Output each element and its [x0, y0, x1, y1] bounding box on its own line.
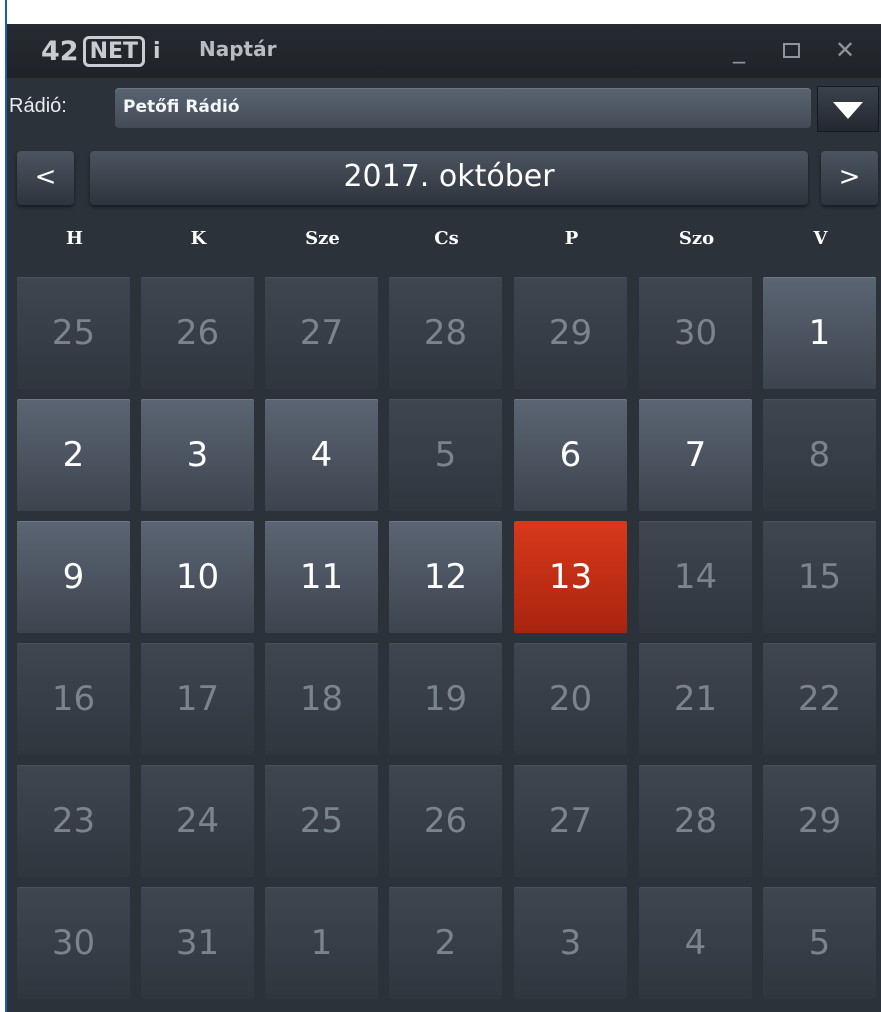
day-cell[interactable]: 9 — [17, 521, 130, 633]
day-cell[interactable]: 15 — [763, 521, 876, 633]
day-cell[interactable]: 20 — [514, 643, 627, 755]
day-cell[interactable]: 3 — [514, 887, 627, 999]
day-cell[interactable]: 7 — [639, 399, 752, 511]
radio-selected-value: Petőfi Rádió — [123, 97, 240, 117]
logo-text-42: 42 — [41, 35, 79, 67]
day-cell[interactable]: 14 — [639, 521, 752, 633]
day-cell[interactable]: 19 — [389, 643, 502, 755]
day-cell[interactable]: 26 — [141, 277, 254, 389]
day-cell[interactable]: 4 — [265, 399, 378, 511]
day-cell[interactable]: 4 — [639, 887, 752, 999]
maximize-button[interactable] — [773, 32, 809, 68]
day-cell[interactable]: 29 — [514, 277, 627, 389]
app-logo: 42 NET i — [41, 34, 161, 68]
weekday-label: V — [813, 228, 828, 249]
radio-dropdown-button[interactable] — [817, 86, 879, 132]
day-cell[interactable]: 18 — [265, 643, 378, 755]
calendar-window: 42 NET i Naptár _ ✕ Rádió: Petőfi Rádió … — [7, 24, 881, 1012]
day-cell[interactable]: 25 — [17, 277, 130, 389]
minimize-button[interactable]: _ — [721, 32, 757, 68]
day-cell[interactable]: 1 — [763, 277, 876, 389]
weekday-label: Sze — [305, 228, 340, 249]
day-cell[interactable]: 12 — [389, 521, 502, 633]
day-cell[interactable]: 24 — [141, 765, 254, 877]
day-cell[interactable]: 31 — [141, 887, 254, 999]
day-cell[interactable]: 16 — [17, 643, 130, 755]
prev-month-button[interactable]: < — [17, 151, 74, 205]
left-edge — [0, 0, 7, 1012]
weekday-label: K — [190, 228, 207, 249]
day-cell[interactable]: 30 — [639, 277, 752, 389]
day-cell[interactable]: 21 — [639, 643, 752, 755]
month-navigation: < 2017. október > — [7, 149, 881, 205]
radio-row: Rádió: Petőfi Rádió — [7, 86, 881, 132]
weekday-label: H — [65, 228, 83, 249]
weekday-label: Cs — [434, 228, 459, 249]
weekday-header: H K Sze Cs P Szo V — [17, 228, 877, 256]
day-cell[interactable]: 1 — [265, 887, 378, 999]
day-cell[interactable]: 30 — [17, 887, 130, 999]
title-bar[interactable]: 42 NET i Naptár _ ✕ — [7, 24, 881, 78]
day-cell[interactable]: 28 — [389, 277, 502, 389]
radio-select[interactable]: Petőfi Rádió — [115, 88, 811, 128]
day-cell[interactable]: 27 — [265, 277, 378, 389]
day-cell[interactable]: 10 — [141, 521, 254, 633]
day-cell[interactable]: 3 — [141, 399, 254, 511]
day-cell[interactable]: 29 — [763, 765, 876, 877]
radio-label: Rádió: — [9, 95, 67, 117]
day-cell[interactable]: 22 — [763, 643, 876, 755]
weekday-label: P — [564, 228, 579, 249]
day-cell-today[interactable]: 13 — [514, 521, 627, 633]
day-cell[interactable]: 5 — [763, 887, 876, 999]
close-button[interactable]: ✕ — [827, 32, 863, 68]
logo-text-i: i — [153, 38, 161, 64]
logo-text-net: NET — [82, 35, 146, 67]
day-cell[interactable]: 11 — [265, 521, 378, 633]
day-cell[interactable]: 2 — [17, 399, 130, 511]
day-cell[interactable]: 8 — [763, 399, 876, 511]
day-cell[interactable]: 17 — [141, 643, 254, 755]
next-month-button[interactable]: > — [821, 151, 878, 205]
weekday-label: Szo — [678, 228, 715, 249]
month-label[interactable]: 2017. október — [90, 151, 808, 205]
day-cell[interactable]: 28 — [639, 765, 752, 877]
maximize-icon — [782, 42, 800, 58]
day-cell[interactable]: 5 — [389, 399, 502, 511]
day-grid: 25 26 27 28 29 30 1 2 3 4 5 6 7 8 9 10 11 12 13 14 15 16 17 18 1… — [17, 277, 877, 1007]
day-cell[interactable]: 27 — [514, 765, 627, 877]
day-cell[interactable]: 26 — [389, 765, 502, 877]
day-cell[interactable]: 2 — [389, 887, 502, 999]
day-cell[interactable]: 23 — [17, 765, 130, 877]
day-cell[interactable]: 6 — [514, 399, 627, 511]
window-title: Naptár — [199, 37, 277, 61]
triangle-down-icon — [833, 102, 863, 119]
day-cell[interactable]: 25 — [265, 765, 378, 877]
